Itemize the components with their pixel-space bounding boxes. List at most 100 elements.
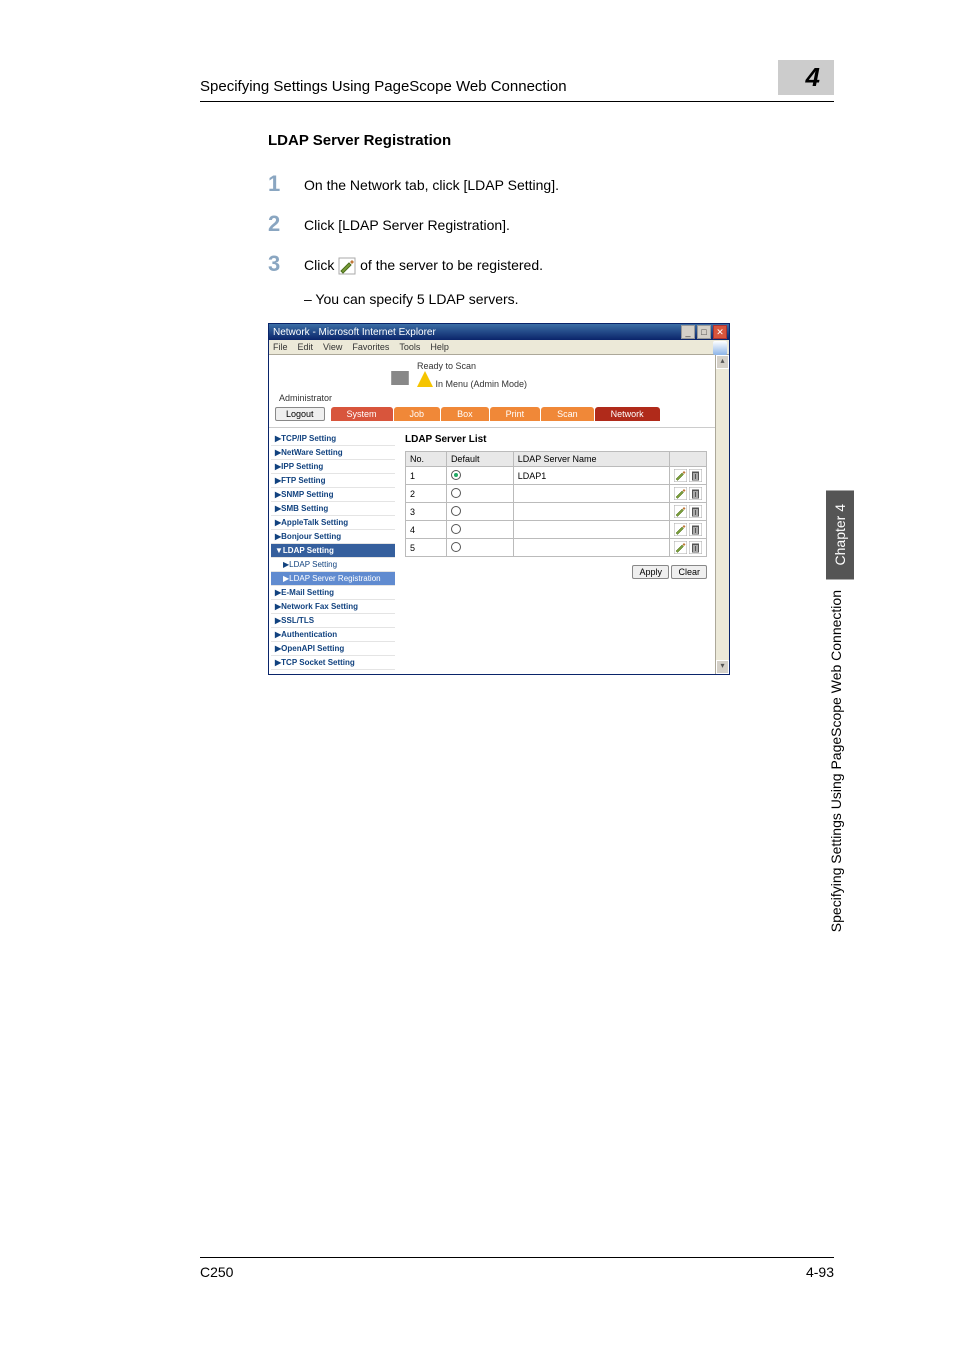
warning-icon: [417, 371, 433, 387]
menu-view[interactable]: View: [323, 342, 342, 352]
cell-default: [446, 521, 513, 539]
tab-scan[interactable]: Scan: [541, 407, 594, 421]
default-radio[interactable]: [451, 470, 461, 480]
maximize-button[interactable]: □: [697, 325, 711, 339]
table-row: 3: [406, 503, 707, 521]
sidebar-item-openapi[interactable]: ▶OpenAPI Setting: [271, 642, 395, 656]
menu-edit[interactable]: Edit: [298, 342, 314, 352]
step-1: 1 On the Network tab, click [LDAP Settin…: [268, 171, 834, 197]
sidebar-item-ssl[interactable]: ▶SSL/TLS: [271, 614, 395, 628]
delete-icon[interactable]: [689, 505, 702, 518]
table-row: 1 LDAP1: [406, 467, 707, 485]
sidebar-item-ipp[interactable]: ▶IPP Setting: [271, 460, 395, 474]
vertical-scrollbar[interactable]: ▴ ▾: [715, 355, 729, 674]
admin-label: Administrator: [269, 391, 715, 407]
cell-default: [446, 467, 513, 485]
sidebar-item-appletalk[interactable]: ▶AppleTalk Setting: [271, 516, 395, 530]
sidebar-item-smb[interactable]: ▶SMB Setting: [271, 502, 395, 516]
edit-icon[interactable]: [674, 487, 687, 500]
sidebar-item-ldap-registration[interactable]: ▶LDAP Server Registration: [271, 572, 395, 586]
cell-no: 2: [406, 485, 447, 503]
ldap-server-table: No. Default LDAP Server Name 1 LDAP1 2345: [405, 451, 707, 557]
tab-network[interactable]: Network: [595, 407, 660, 421]
step3-pre: Click: [304, 257, 338, 273]
sidebar-item-bonjour[interactable]: ▶Bonjour Setting: [271, 530, 395, 544]
footer-left: C250: [200, 1264, 233, 1280]
section-title: LDAP Server Registration: [268, 132, 834, 149]
col-name: LDAP Server Name: [513, 452, 669, 467]
cell-name: [513, 521, 669, 539]
col-default: Default: [446, 452, 513, 467]
delete-icon[interactable]: [689, 469, 702, 482]
apply-button[interactable]: Apply: [632, 565, 669, 579]
sidebar-item-snmp[interactable]: ▶SNMP Setting: [271, 488, 395, 502]
delete-icon[interactable]: [689, 487, 702, 500]
menu-help[interactable]: Help: [430, 342, 449, 352]
edit-icon[interactable]: [674, 523, 687, 536]
sidebar-item-auth[interactable]: ▶Authentication: [271, 628, 395, 642]
tab-job[interactable]: Job: [394, 407, 441, 421]
main-panel: LDAP Server List No. Default LDAP Server…: [397, 428, 715, 674]
cell-name: [513, 485, 669, 503]
cell-no: 3: [406, 503, 447, 521]
scroll-up-button[interactable]: ▴: [716, 355, 729, 369]
cell-no: 5: [406, 539, 447, 557]
status-ready: Ready to Scan: [417, 361, 527, 371]
clear-button[interactable]: Clear: [671, 565, 707, 579]
menu-file[interactable]: File: [273, 342, 288, 352]
tab-box[interactable]: Box: [441, 407, 489, 421]
scroll-down-button[interactable]: ▾: [716, 660, 729, 674]
tab-system[interactable]: System: [331, 407, 393, 421]
edit-pencil-icon: [338, 257, 356, 275]
cell-name: [513, 503, 669, 521]
menu-tools[interactable]: Tools: [399, 342, 420, 352]
cell-default: [446, 503, 513, 521]
sidebar-item-ftp[interactable]: ▶FTP Setting: [271, 474, 395, 488]
sidebar-item-tcpip[interactable]: ▶TCP/IP Setting: [271, 432, 395, 446]
sidebar-item-ldap-parent[interactable]: ▼LDAP Setting: [271, 544, 395, 558]
edit-icon[interactable]: [674, 505, 687, 518]
main-title: LDAP Server List: [405, 434, 707, 445]
default-radio[interactable]: [451, 542, 461, 552]
step-text: Click of the server to be registered.: [304, 251, 543, 277]
sidebar-item-netware[interactable]: ▶NetWare Setting: [271, 446, 395, 460]
printer-icon: [389, 365, 411, 385]
header-title: Specifying Settings Using PageScope Web …: [200, 78, 567, 95]
default-radio[interactable]: [451, 488, 461, 498]
substep: – You can specify 5 LDAP servers.: [304, 291, 834, 307]
step-num: 3: [268, 251, 304, 277]
logout-button[interactable]: Logout: [275, 407, 325, 421]
edit-icon[interactable]: [674, 469, 687, 482]
ie-logo-icon: [713, 341, 727, 355]
edit-icon[interactable]: [674, 541, 687, 554]
step-text: Click [LDAP Server Registration].: [304, 211, 510, 237]
chapter-number: 4: [778, 60, 834, 95]
nav-tabs: Logout System Job Box Print Scan Network: [269, 407, 715, 427]
sidebar-item-email[interactable]: ▶E-Mail Setting: [271, 586, 395, 600]
delete-icon[interactable]: [689, 541, 702, 554]
sidebar-item-tcpsocket[interactable]: ▶TCP Socket Setting: [271, 656, 395, 670]
close-button[interactable]: ✕: [713, 325, 727, 339]
col-no: No.: [406, 452, 447, 467]
embedded-screenshot: Network - Microsoft Internet Explorer _ …: [268, 323, 834, 675]
default-radio[interactable]: [451, 506, 461, 516]
default-radio[interactable]: [451, 524, 461, 534]
step3-post: of the server to be registered.: [360, 257, 543, 273]
sidebar-item-netfax[interactable]: ▶Network Fax Setting: [271, 600, 395, 614]
page-header: Specifying Settings Using PageScope Web …: [200, 60, 834, 102]
side-section-label: Specifying Settings Using PageScope Web …: [828, 590, 844, 932]
cell-no: 4: [406, 521, 447, 539]
sidebar-item-ldap-setting[interactable]: ▶LDAP Setting: [271, 558, 395, 572]
step-num: 2: [268, 211, 304, 237]
minimize-button[interactable]: _: [681, 325, 695, 339]
menubar: File Edit View Favorites Tools Help: [269, 340, 729, 355]
step-2: 2 Click [LDAP Server Registration].: [268, 211, 834, 237]
table-row: 2: [406, 485, 707, 503]
delete-icon[interactable]: [689, 523, 702, 536]
menu-favorites[interactable]: Favorites: [352, 342, 389, 352]
cell-name: LDAP1: [513, 467, 669, 485]
step-num: 1: [268, 171, 304, 197]
sidebar: ▶TCP/IP Setting ▶NetWare Setting ▶IPP Se…: [269, 428, 397, 674]
cell-no: 1: [406, 467, 447, 485]
tab-print[interactable]: Print: [490, 407, 541, 421]
